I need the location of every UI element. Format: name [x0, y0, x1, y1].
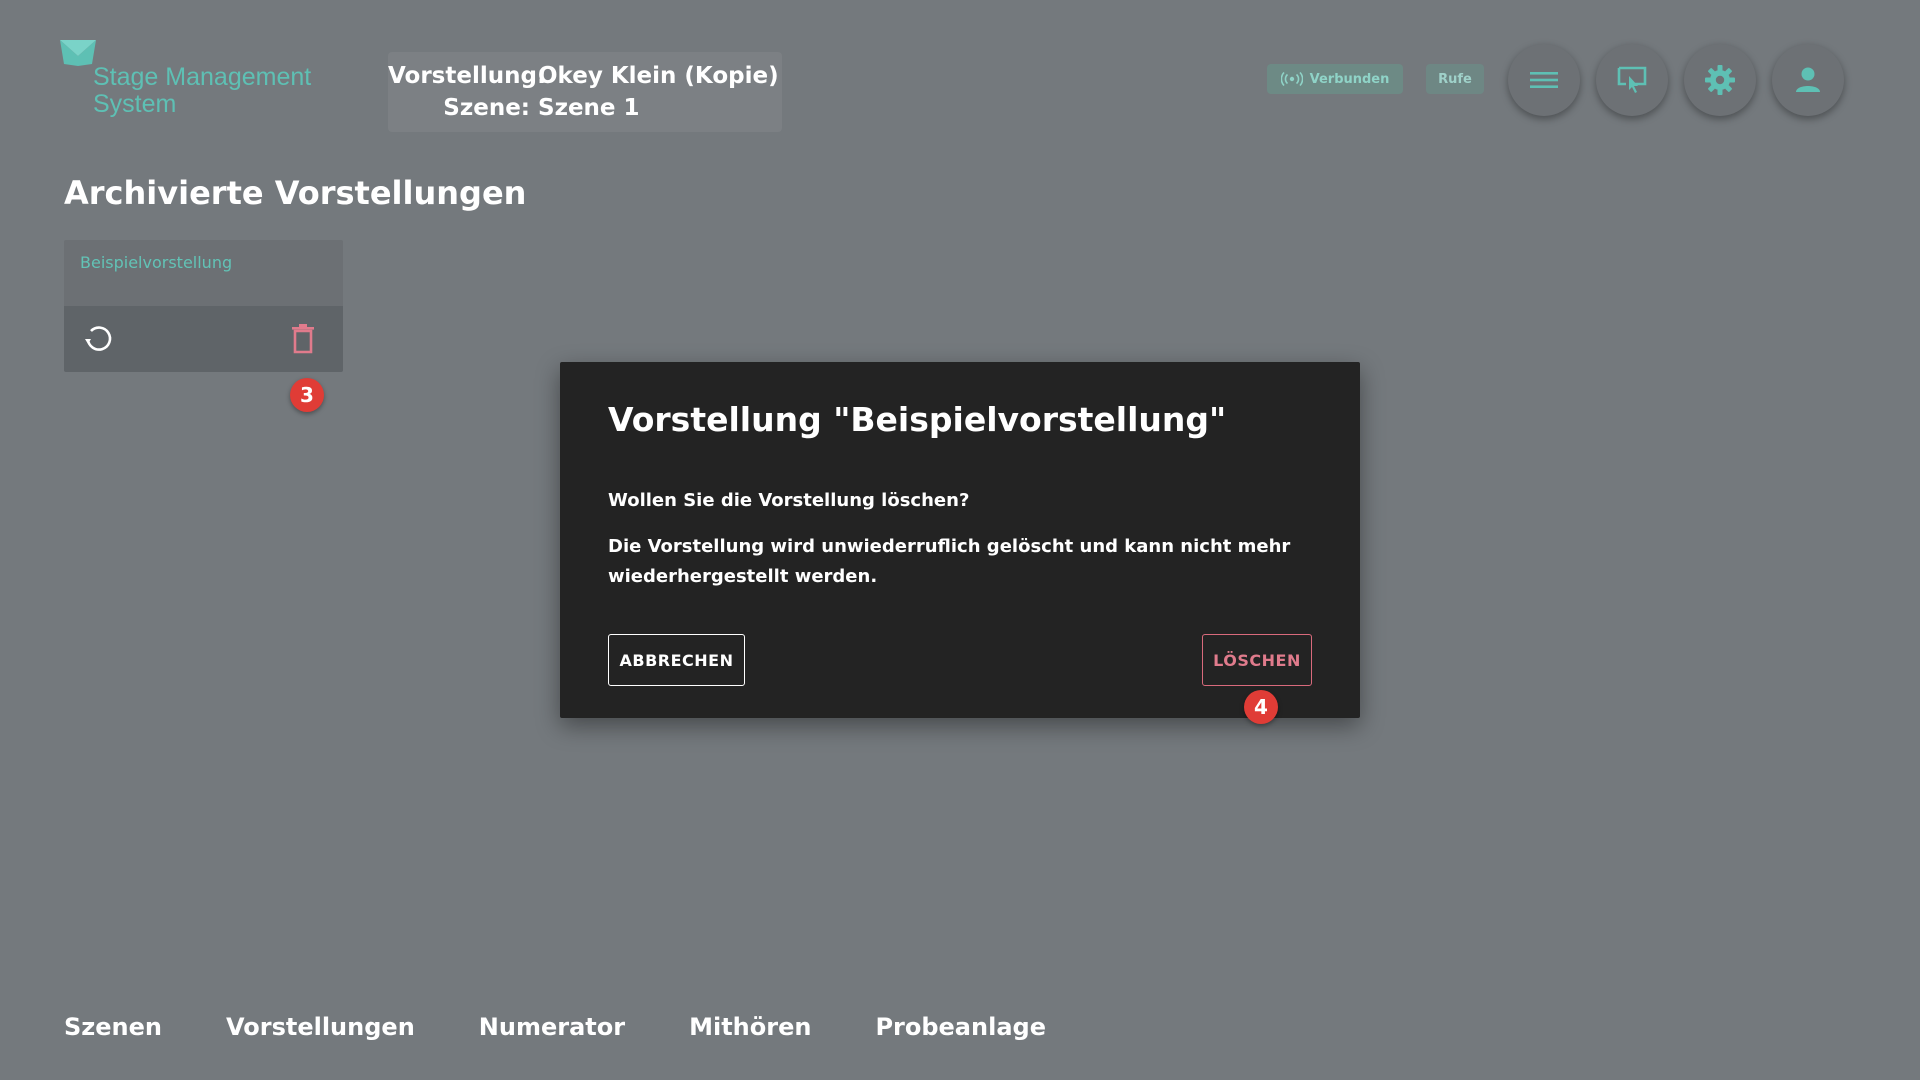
delete-button[interactable]: [288, 322, 318, 360]
scene-label: Szene:: [443, 95, 530, 121]
user-icon: [1796, 67, 1820, 92]
logo-mark-icon: [60, 40, 96, 66]
logo-line-1: Stage Management: [93, 63, 312, 91]
restore-button[interactable]: [82, 322, 116, 360]
dialog-question: Wollen Sie die Vorstellung löschen?: [608, 490, 970, 511]
performance-value: Okey Klein (Kopie): [538, 63, 779, 89]
scene-row: Szene: Szene 1: [388, 92, 782, 124]
nav-item-scenes[interactable]: Szenen: [64, 1013, 162, 1041]
performance-row: Vorstellung: Okey Klein (Kopie): [388, 60, 782, 92]
restore-icon: [85, 326, 112, 351]
scene-value: Szene 1: [538, 95, 640, 121]
menu-icon: [1530, 72, 1558, 88]
calls-label: Rufe: [1438, 71, 1472, 87]
broadcast-icon: [1280, 72, 1303, 86]
logo-text: Stage Management System: [93, 64, 311, 118]
step-badge-4-label: 4: [1254, 695, 1268, 719]
archived-performance-card: Beispielvorstellung: [64, 240, 343, 372]
screen-touch-icon: [1617, 66, 1647, 93]
card-actions: [64, 306, 343, 372]
performance-label: Vorstellung:: [388, 63, 547, 89]
nav-item-performances[interactable]: Vorstellungen: [226, 1013, 415, 1041]
dialog-title: Vorstellung "Beispielvorstellung": [608, 400, 1227, 439]
settings-button[interactable]: [1684, 44, 1756, 116]
page: Stage Management System Vorstellung: Oke…: [0, 0, 1920, 1080]
step-badge-3: 3: [290, 378, 324, 412]
confirm-delete-button[interactable]: LÖSCHEN: [1202, 634, 1312, 686]
gear-icon: [1705, 65, 1735, 95]
delete-confirmation-dialog: Vorstellung "Beispielvorstellung" Wollen…: [560, 362, 1360, 718]
card-title: Beispielvorstellung: [80, 253, 233, 272]
current-performance-info: Vorstellung: Okey Klein (Kopie) Szene: S…: [388, 52, 782, 132]
nav-item-numerator[interactable]: Numerator: [479, 1013, 625, 1041]
connection-status-badge: Verbunden: [1267, 64, 1403, 94]
nav-item-test-system[interactable]: Probeanlage: [875, 1013, 1046, 1041]
calls-button[interactable]: Rufe: [1426, 64, 1484, 94]
nav-item-monitoring[interactable]: Mithören: [689, 1013, 811, 1041]
bottom-navigation: Szenen Vorstellungen Numerator Mithören …: [64, 1013, 1110, 1041]
user-button[interactable]: [1772, 44, 1844, 116]
logo-line-2: System: [93, 90, 177, 118]
menu-button[interactable]: [1508, 44, 1580, 116]
trash-icon: [292, 324, 314, 354]
step-badge-4: 4: [1244, 690, 1278, 724]
screen-touch-button[interactable]: [1596, 44, 1668, 116]
cancel-button[interactable]: ABBRECHEN: [608, 634, 745, 686]
app-logo[interactable]: Stage Management System: [58, 38, 358, 128]
step-badge-3-label: 3: [300, 383, 314, 407]
connection-status-label: Verbunden: [1309, 71, 1390, 87]
page-title: Archivierte Vorstellungen: [64, 174, 527, 212]
card-header[interactable]: Beispielvorstellung: [64, 240, 343, 306]
dialog-body: Die Vorstellung wird unwiederruflich gel…: [608, 536, 1291, 587]
